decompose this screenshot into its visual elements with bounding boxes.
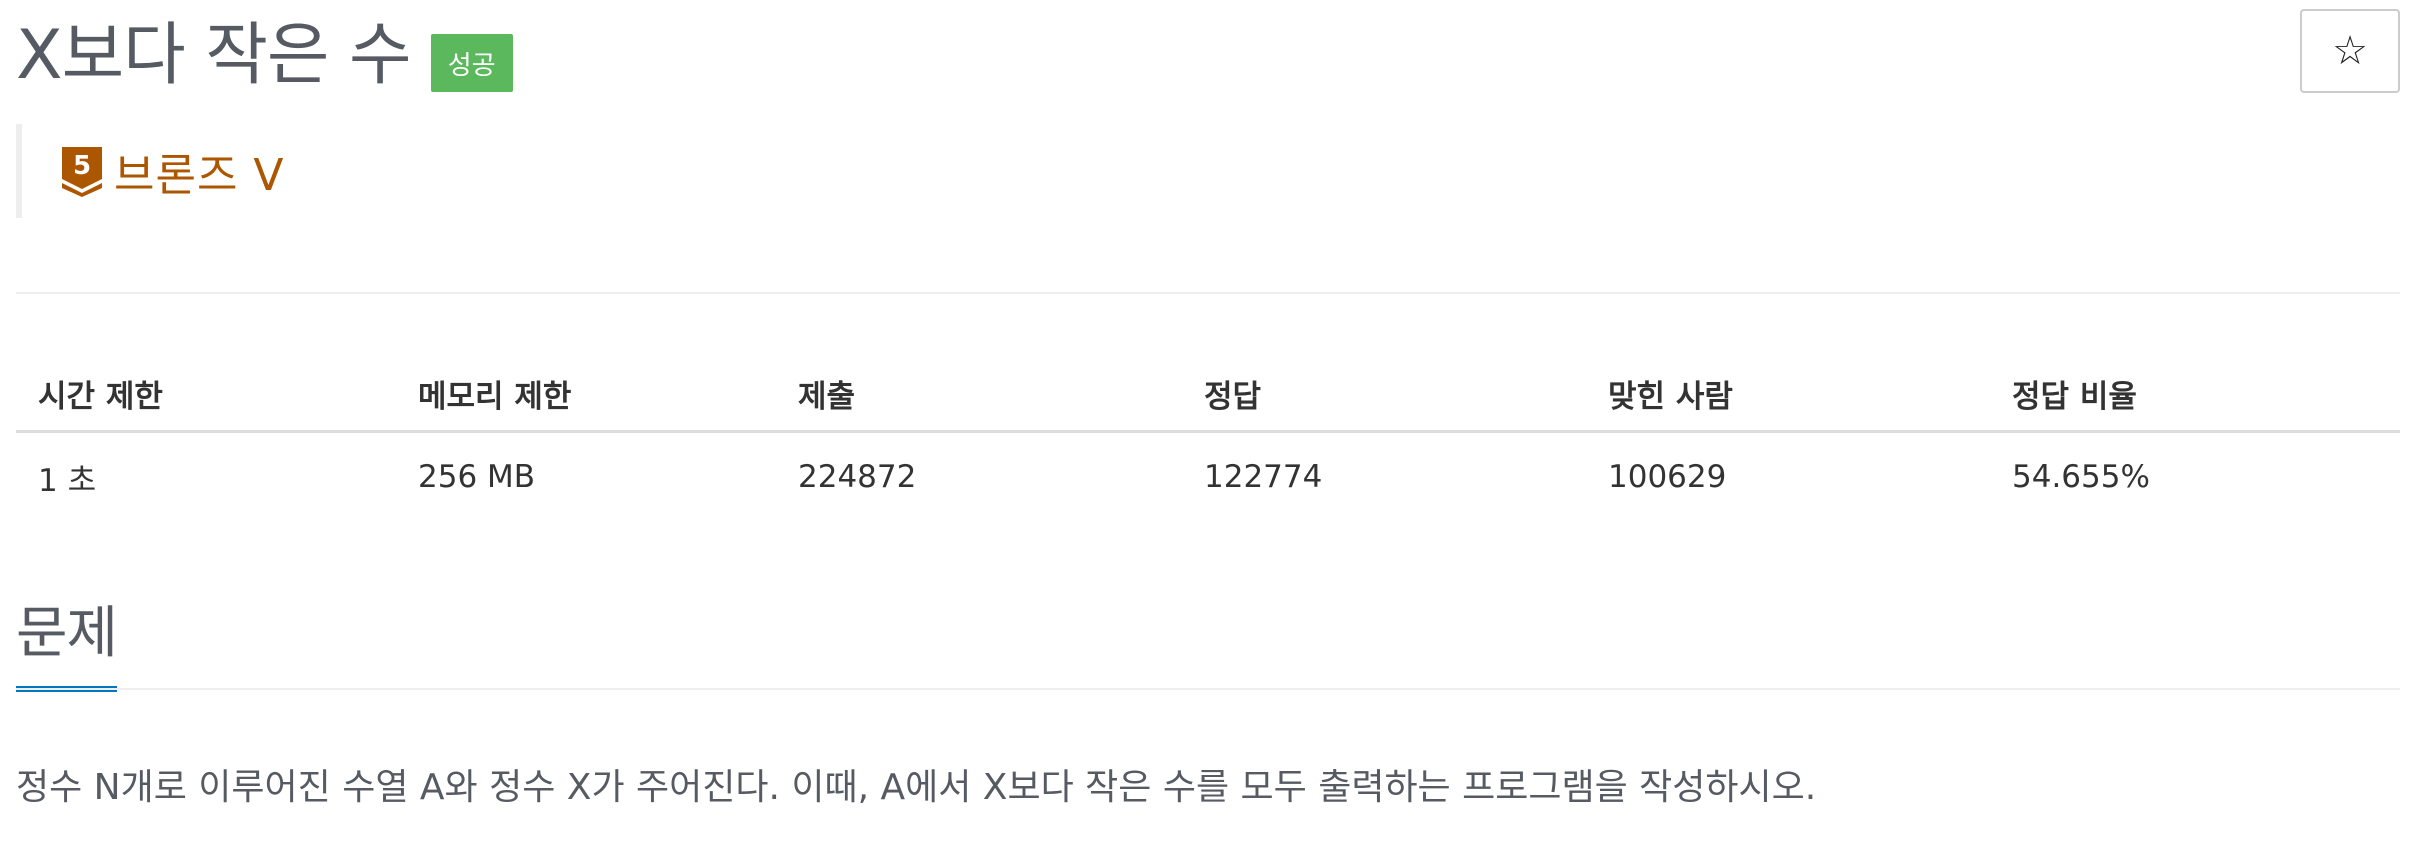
star-icon: ☆ — [2332, 28, 2368, 74]
value-solved-users: 100629 — [1608, 459, 1727, 495]
problem-section-header: 문제 — [16, 594, 2400, 694]
problem-info-table: 시간 제한 메모리 제한 제출 정답 맞힌 사람 정답 비율 1 초 256 M… — [16, 356, 2400, 521]
section-title: 문제 — [16, 594, 118, 692]
problem-title: X보다 작은 수 — [16, 16, 412, 95]
result-badge-success: 성공 — [430, 34, 513, 92]
header-time-limit: 시간 제한 — [38, 378, 163, 415]
header-solved-users: 맞힌 사람 — [1608, 378, 1733, 415]
header-submissions: 제출 — [798, 378, 856, 415]
value-submissions: 224872 — [798, 459, 917, 495]
bronze-tier-icon: 5 — [62, 147, 102, 197]
info-table-header: 시간 제한 메모리 제한 제출 정답 맞힌 사람 정답 비율 — [16, 356, 2400, 433]
value-accepted: 122774 — [1204, 459, 1323, 495]
value-time-limit: 1 초 — [38, 462, 97, 499]
divider — [16, 292, 2400, 294]
tier-block: 5 브론즈 V — [16, 124, 285, 218]
header-accepted: 정답 — [1204, 378, 1262, 415]
value-accept-rate: 54.655% — [2012, 459, 2150, 495]
section-divider — [16, 688, 2400, 690]
tier-label[interactable]: 브론즈 V — [114, 139, 285, 203]
problem-description: 정수 N개로 이루어진 수열 A와 정수 X가 주어진다. 이때, A에서 X보… — [16, 767, 1817, 808]
header-accept-rate: 정답 비율 — [2012, 378, 2137, 415]
value-memory-limit: 256 MB — [418, 459, 536, 495]
header-memory-limit: 메모리 제한 — [418, 378, 572, 415]
table-row: 1 초 256 MB 224872 122774 100629 54.655% — [16, 433, 2400, 521]
problem-page: X보다 작은 수 성공 ☆ 5 브론즈 V 시간 제한 메모리 제한 제출 정답… — [0, 0, 2416, 856]
title-row: X보다 작은 수 성공 — [16, 14, 513, 98]
star-bookmark-button[interactable]: ☆ — [2300, 9, 2400, 93]
tier-level-number: 5 — [73, 151, 91, 181]
